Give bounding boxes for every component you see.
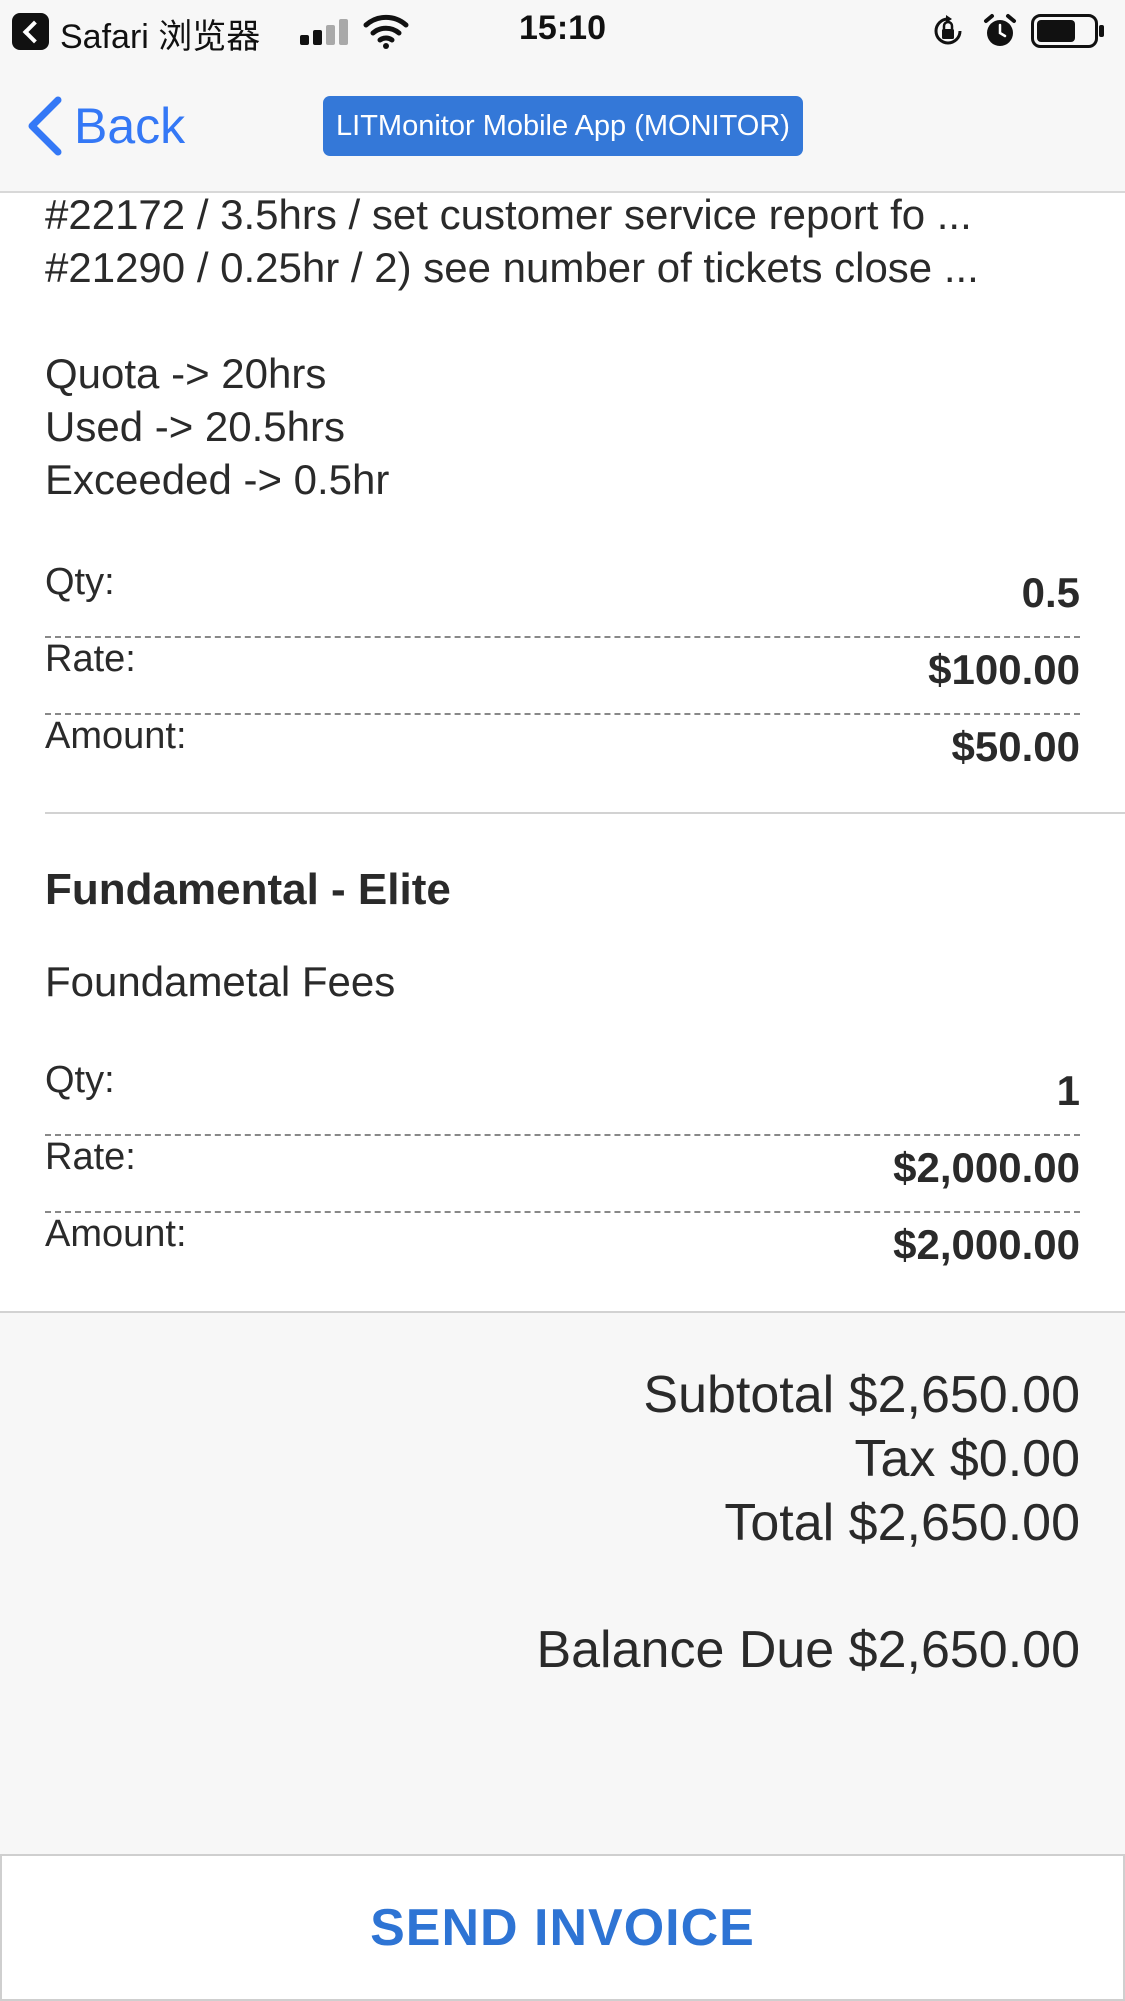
- item-divider: [45, 812, 1125, 814]
- rate-label: Rate:: [45, 638, 136, 680]
- amount-row: Amount: $2,000.00: [45, 1213, 1080, 1290]
- ticket-note: #21290 / 0.25hr / 2) see number of ticke…: [45, 244, 979, 291]
- qty-value: 0.5: [1021, 569, 1080, 616]
- used-line: Used -> 20.5hrs: [45, 403, 345, 450]
- subtotal: Subtotal $2,650.00: [643, 1366, 1080, 1424]
- amount-label: Amount:: [45, 1213, 187, 1255]
- chevron-left-icon: [28, 96, 62, 156]
- quota-line: Quota -> 20hrs: [45, 350, 327, 397]
- alarm-icon: [984, 14, 1016, 46]
- qty-value: 1: [1056, 1067, 1080, 1114]
- rate-row: Rate: $100.00: [45, 638, 1080, 715]
- send-invoice-button[interactable]: SEND INVOICE: [0, 1854, 1125, 2001]
- qty-row: Qty: 1: [45, 1059, 1080, 1136]
- navigation-bar: Back LITMonitor Mobile App (MONITOR): [0, 62, 1125, 193]
- item-title: Fundamental - Elite: [45, 865, 451, 914]
- qty-label: Qty:: [45, 1059, 115, 1101]
- rate-row: Rate: $2,000.00: [45, 1136, 1080, 1213]
- app-title-pill[interactable]: LITMonitor Mobile App (MONITOR): [323, 96, 803, 156]
- totals-section: Subtotal $2,650.00 Tax $0.00 Total $2,65…: [0, 1311, 1125, 1854]
- amount-value: $50.00: [951, 723, 1080, 770]
- amount-value: $2,000.00: [893, 1221, 1080, 1268]
- rotation-lock-icon: [934, 15, 962, 45]
- item-notes: #22172 / 3.5hrs / set customer service r…: [45, 191, 1105, 506]
- back-button[interactable]: Back: [22, 94, 185, 158]
- rate-value: $100.00: [928, 646, 1080, 693]
- total: Total $2,650.00: [724, 1494, 1080, 1552]
- back-label: Back: [74, 98, 186, 154]
- exceeded-line: Exceeded -> 0.5hr: [45, 456, 390, 503]
- balance-due: Balance Due $2,650.00: [536, 1621, 1080, 1679]
- amount-label: Amount:: [45, 715, 187, 757]
- status-bar: Safari 浏览器 15:10: [0, 0, 1125, 62]
- battery-icon: [1031, 14, 1104, 48]
- rate-value: $2,000.00: [893, 1144, 1080, 1191]
- rate-label: Rate:: [45, 1136, 136, 1178]
- qty-label: Qty:: [45, 561, 115, 603]
- send-invoice-label: SEND INVOICE: [370, 1898, 755, 1957]
- qty-row: Qty: 0.5: [45, 561, 1080, 638]
- tax: Tax $0.00: [854, 1430, 1081, 1488]
- ticket-note: #22172 / 3.5hrs / set customer service r…: [45, 191, 972, 238]
- item-description: Foundametal Fees: [45, 958, 396, 1005]
- amount-row: Amount: $50.00: [45, 715, 1080, 792]
